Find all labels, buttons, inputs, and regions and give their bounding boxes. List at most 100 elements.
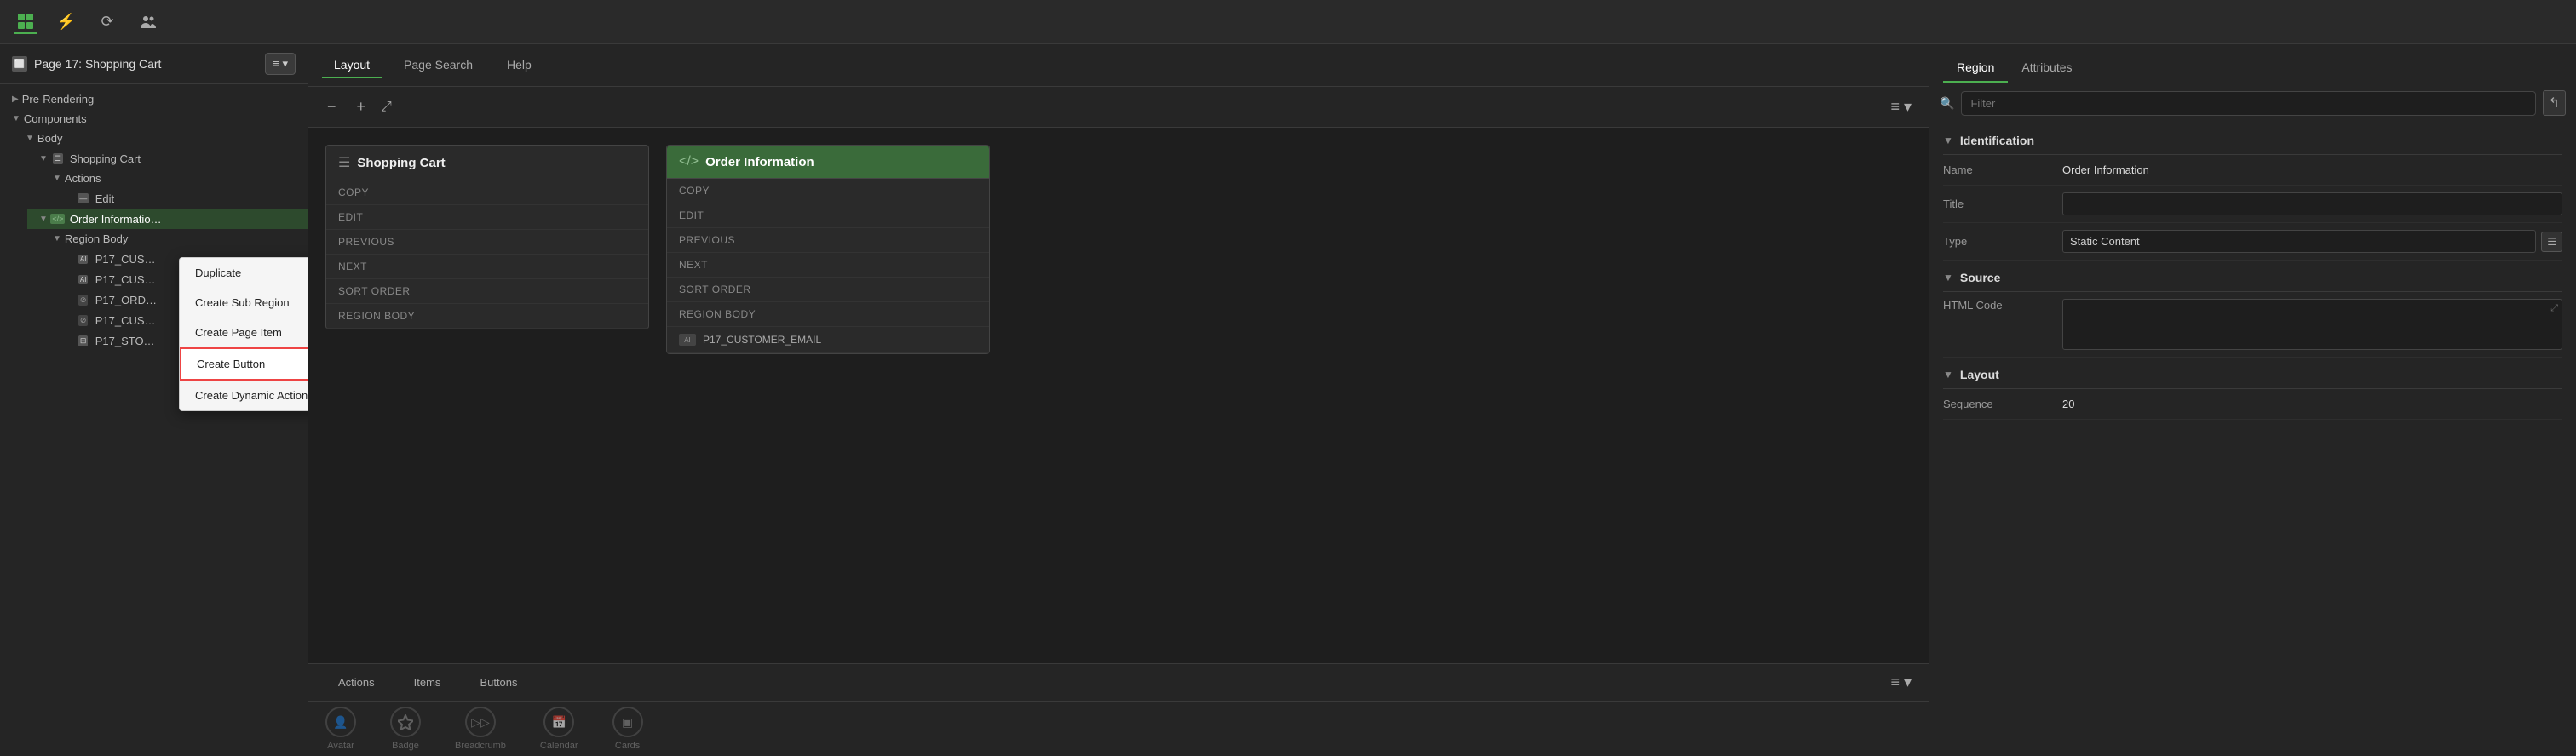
prop-textarea-html-code[interactable]: ⤢ bbox=[2062, 299, 2562, 350]
zoom-in-button[interactable]: + bbox=[352, 96, 371, 117]
tab-attributes[interactable]: Attributes bbox=[2008, 54, 2085, 83]
chevron-icon: ▼ bbox=[26, 134, 34, 143]
sidebar-page-header: ⬜ Page 17: Shopping Cart ≡ ▾ bbox=[0, 44, 308, 84]
filter-input[interactable] bbox=[1961, 91, 2535, 116]
sidebar-menu-button[interactable]: ≡ ▾ bbox=[265, 53, 296, 75]
search-icon: 🔍 bbox=[1940, 96, 1954, 111]
context-menu-item-create-dynamic-action[interactable]: Create Dynamic Action bbox=[180, 381, 308, 410]
prop-input-title[interactable] bbox=[2062, 192, 2562, 215]
tab-page-search[interactable]: Page Search bbox=[392, 53, 485, 78]
chevron-icon: ▶ bbox=[12, 94, 19, 104]
tab-buttons[interactable]: Buttons bbox=[463, 670, 533, 695]
prop-label-html-code: HTML Code bbox=[1943, 299, 2062, 312]
sidebar-item-pre-rendering[interactable]: ▶ Pre-Rendering bbox=[0, 89, 308, 109]
shopping-cart-region-card: ☰ Shopping Cart COPY EDIT PREVIOUS NEXT … bbox=[325, 145, 649, 329]
prop-value-sequence: 20 bbox=[2062, 398, 2562, 410]
avatar-label: Avatar bbox=[327, 741, 354, 751]
sidebar-item-label: Body bbox=[37, 132, 63, 145]
grid-icon[interactable] bbox=[14, 10, 37, 34]
page-icon: ⬜ bbox=[12, 56, 27, 72]
chevron-icon: ▼ bbox=[53, 234, 61, 243]
bottom-icon-breadcrumb[interactable]: ▷▷ Breadcrumb bbox=[455, 707, 506, 751]
ai-icon: AI bbox=[77, 252, 90, 266]
prop-label-name: Name bbox=[1943, 163, 2062, 176]
bottom-icon-cards[interactable]: ▣ Cards bbox=[612, 707, 643, 751]
expand-icon: ⤢ bbox=[2550, 303, 2558, 314]
context-menu-item-duplicate[interactable]: Duplicate bbox=[180, 258, 308, 288]
chevron-icon: ▼ bbox=[39, 215, 48, 224]
tab-layout[interactable]: Layout bbox=[322, 53, 382, 78]
region-row-edit-oi: EDIT bbox=[667, 203, 989, 228]
tab-region[interactable]: Region bbox=[1943, 54, 2008, 83]
region-row-previous-oi: PREVIOUS bbox=[667, 228, 989, 253]
options-button[interactable]: ≡ ▾ bbox=[1887, 94, 1915, 119]
right-panel-body: ▼ Identification Name Order Information … bbox=[1929, 123, 2576, 756]
region-row-next-oi: NEXT bbox=[667, 253, 989, 278]
avatar-icon: 👤 bbox=[325, 707, 356, 737]
region-row-previous-sc: PREVIOUS bbox=[326, 230, 648, 255]
sidebar-item-label: Order Informatio… bbox=[70, 213, 162, 226]
prop-select-type[interactable]: Static Content bbox=[2062, 230, 2536, 253]
bottom-icon-calendar[interactable]: 📅 Calendar bbox=[540, 707, 578, 751]
breadcrumb-icon: ▷▷ bbox=[465, 707, 496, 737]
section-source-label: Source bbox=[1960, 271, 2000, 284]
bottom-section: Actions Items Buttons ≡ ▾ 👤 Avatar bbox=[308, 663, 1929, 756]
calendar-icon: 📅 bbox=[543, 707, 574, 737]
context-menu-item-create-button[interactable]: Create Button bbox=[180, 347, 308, 381]
eye-slash-icon: ⊘ bbox=[77, 293, 90, 306]
section-identification: ▼ Identification bbox=[1943, 123, 2562, 155]
expand-button[interactable]: ⤢ bbox=[381, 100, 392, 115]
cards-label: Cards bbox=[615, 741, 640, 751]
left-sidebar: ⬜ Page 17: Shopping Cart ≡ ▾ ▶ Pre-Rende… bbox=[0, 44, 308, 756]
ai-item-icon: AI bbox=[679, 334, 696, 346]
bolt-icon[interactable]: ⚡ bbox=[55, 10, 78, 34]
bottom-tabs: Actions Items Buttons ≡ ▾ bbox=[308, 664, 1929, 702]
context-menu-item-create-page-item[interactable]: Create Page Item bbox=[180, 318, 308, 347]
chevron-icon: ▼ bbox=[12, 114, 20, 123]
cards-icon: ▣ bbox=[612, 707, 643, 737]
zoom-out-button[interactable]: − bbox=[322, 96, 342, 117]
sidebar-tree: ▶ Pre-Rendering ▼ Components ▼ Body ▼ ☰ … bbox=[0, 84, 308, 756]
sidebar-item-order-information[interactable]: ▼ </> Order Informatio… bbox=[27, 209, 308, 229]
sidebar-item-edit[interactable]: ▶ — Edit bbox=[55, 188, 308, 209]
tab-items[interactable]: Items bbox=[398, 670, 457, 695]
sidebar-item-actions[interactable]: ▼ Actions bbox=[41, 169, 308, 188]
badge-icon bbox=[390, 707, 421, 737]
section-identification-label: Identification bbox=[1960, 134, 2034, 147]
section-chevron-identification: ▼ bbox=[1943, 135, 1953, 146]
tab-actions[interactable]: Actions bbox=[322, 670, 391, 695]
bottom-icon-badge[interactable]: Badge bbox=[390, 707, 421, 751]
sidebar-item-body[interactable]: ▼ Body bbox=[14, 129, 308, 148]
prop-type-list-button[interactable]: ☰ bbox=[2541, 232, 2562, 252]
chevron-icon: ▼ bbox=[53, 174, 61, 183]
sidebar-item-region-body[interactable]: ▼ Region Body bbox=[41, 229, 308, 249]
region-title-order-info: Order Information bbox=[705, 155, 814, 169]
sidebar-item-label: Region Body bbox=[65, 232, 128, 245]
prop-row-html-code: HTML Code ⤢ bbox=[1943, 292, 2562, 358]
sidebar-item-components[interactable]: ▼ Components bbox=[0, 109, 308, 129]
prop-label-type: Type bbox=[1943, 235, 2062, 248]
bottom-icon-avatar[interactable]: 👤 Avatar bbox=[325, 707, 356, 751]
prop-row-name: Name Order Information bbox=[1943, 155, 2562, 186]
sidebar-item-label: P17_CUS… bbox=[95, 273, 156, 286]
prop-label-title: Title bbox=[1943, 198, 2062, 210]
tab-help[interactable]: Help bbox=[495, 53, 543, 78]
region-cart-icon: ☰ bbox=[338, 154, 350, 171]
users-icon[interactable] bbox=[136, 10, 160, 34]
context-menu-item-create-sub-region[interactable]: Create Sub Region bbox=[180, 288, 308, 318]
center-toolbar: Layout Page Search Help bbox=[308, 44, 1929, 87]
right-panel-tabs: Region Attributes bbox=[1929, 44, 2576, 83]
sidebar-item-shopping-cart[interactable]: ▼ ☰ Shopping Cart bbox=[27, 148, 308, 169]
refresh-icon[interactable]: ⟳ bbox=[95, 10, 119, 34]
region-row-next-sc: NEXT bbox=[326, 255, 648, 279]
prop-select-type-row: Static Content ☰ bbox=[2062, 230, 2562, 253]
sidebar-item-label: P17_STO… bbox=[95, 335, 155, 347]
bottom-menu-button[interactable]: ≡ ▾ bbox=[1887, 670, 1915, 695]
top-nav: ⚡ ⟳ bbox=[0, 0, 2576, 44]
sidebar-item-label: Pre-Rendering bbox=[22, 93, 95, 106]
table-icon: ⊞ bbox=[77, 334, 90, 347]
page-canvas: ☰ Shopping Cart COPY EDIT PREVIOUS NEXT … bbox=[308, 128, 1929, 663]
filter-options-button[interactable]: ↰ bbox=[2543, 90, 2566, 116]
sidebar-item-label: P17_CUS… bbox=[95, 253, 156, 266]
section-source: ▼ Source bbox=[1943, 261, 2562, 292]
